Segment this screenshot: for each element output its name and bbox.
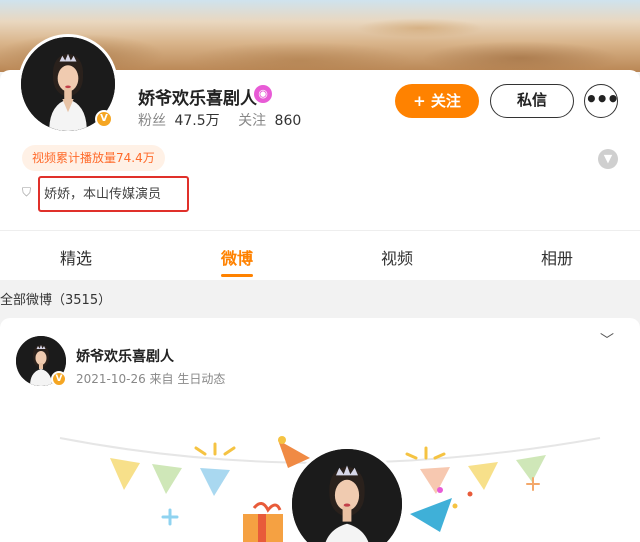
tab-featured[interactable]: 精选 bbox=[60, 245, 92, 269]
profile-nickname: 娇爷欢乐喜剧人 bbox=[138, 89, 257, 109]
tab-weibo[interactable]: 微博 bbox=[221, 245, 253, 269]
follow-button[interactable]: + 关注 bbox=[395, 84, 479, 118]
shield-icon: ⛉ bbox=[22, 185, 32, 199]
play-count-tag: 视频累计播放量74.4万 bbox=[22, 145, 165, 171]
following-count[interactable]: 860 bbox=[275, 113, 302, 129]
avatar-portrait bbox=[292, 449, 402, 542]
post-meta: 2021-10-26 来自 生日动态 bbox=[76, 372, 226, 386]
message-button[interactable]: 私信 bbox=[490, 84, 574, 118]
chevron-down-icon[interactable]: ▼ bbox=[598, 149, 618, 169]
highlight-box bbox=[38, 176, 189, 212]
vip-badge-icon[interactable]: ◉ bbox=[254, 85, 272, 103]
active-tab-indicator bbox=[221, 274, 253, 277]
fans-label: 粉丝 bbox=[138, 113, 166, 129]
profile-stats: 粉丝 47.5万 关注 860 bbox=[138, 110, 305, 130]
tab-albums[interactable]: 相册 bbox=[541, 245, 573, 269]
chevron-down-icon[interactable]: ﹀ bbox=[600, 330, 614, 350]
post-image-avatar[interactable] bbox=[289, 446, 405, 542]
following-label: 关注 bbox=[238, 113, 267, 129]
fans-count[interactable]: 47.5万 bbox=[174, 113, 219, 129]
profile-tabs: 精选 微博 视频 相册 bbox=[0, 230, 640, 280]
tab-videos[interactable]: 视频 bbox=[381, 245, 413, 269]
feed-section-title: 全部微博（3515） bbox=[0, 293, 112, 308]
verified-badge-icon: V bbox=[51, 371, 67, 387]
post-author-name[interactable]: 娇爷欢乐喜剧人 bbox=[76, 346, 174, 366]
verified-badge-icon: V bbox=[95, 110, 113, 128]
more-options-button[interactable]: ••• bbox=[584, 84, 619, 118]
